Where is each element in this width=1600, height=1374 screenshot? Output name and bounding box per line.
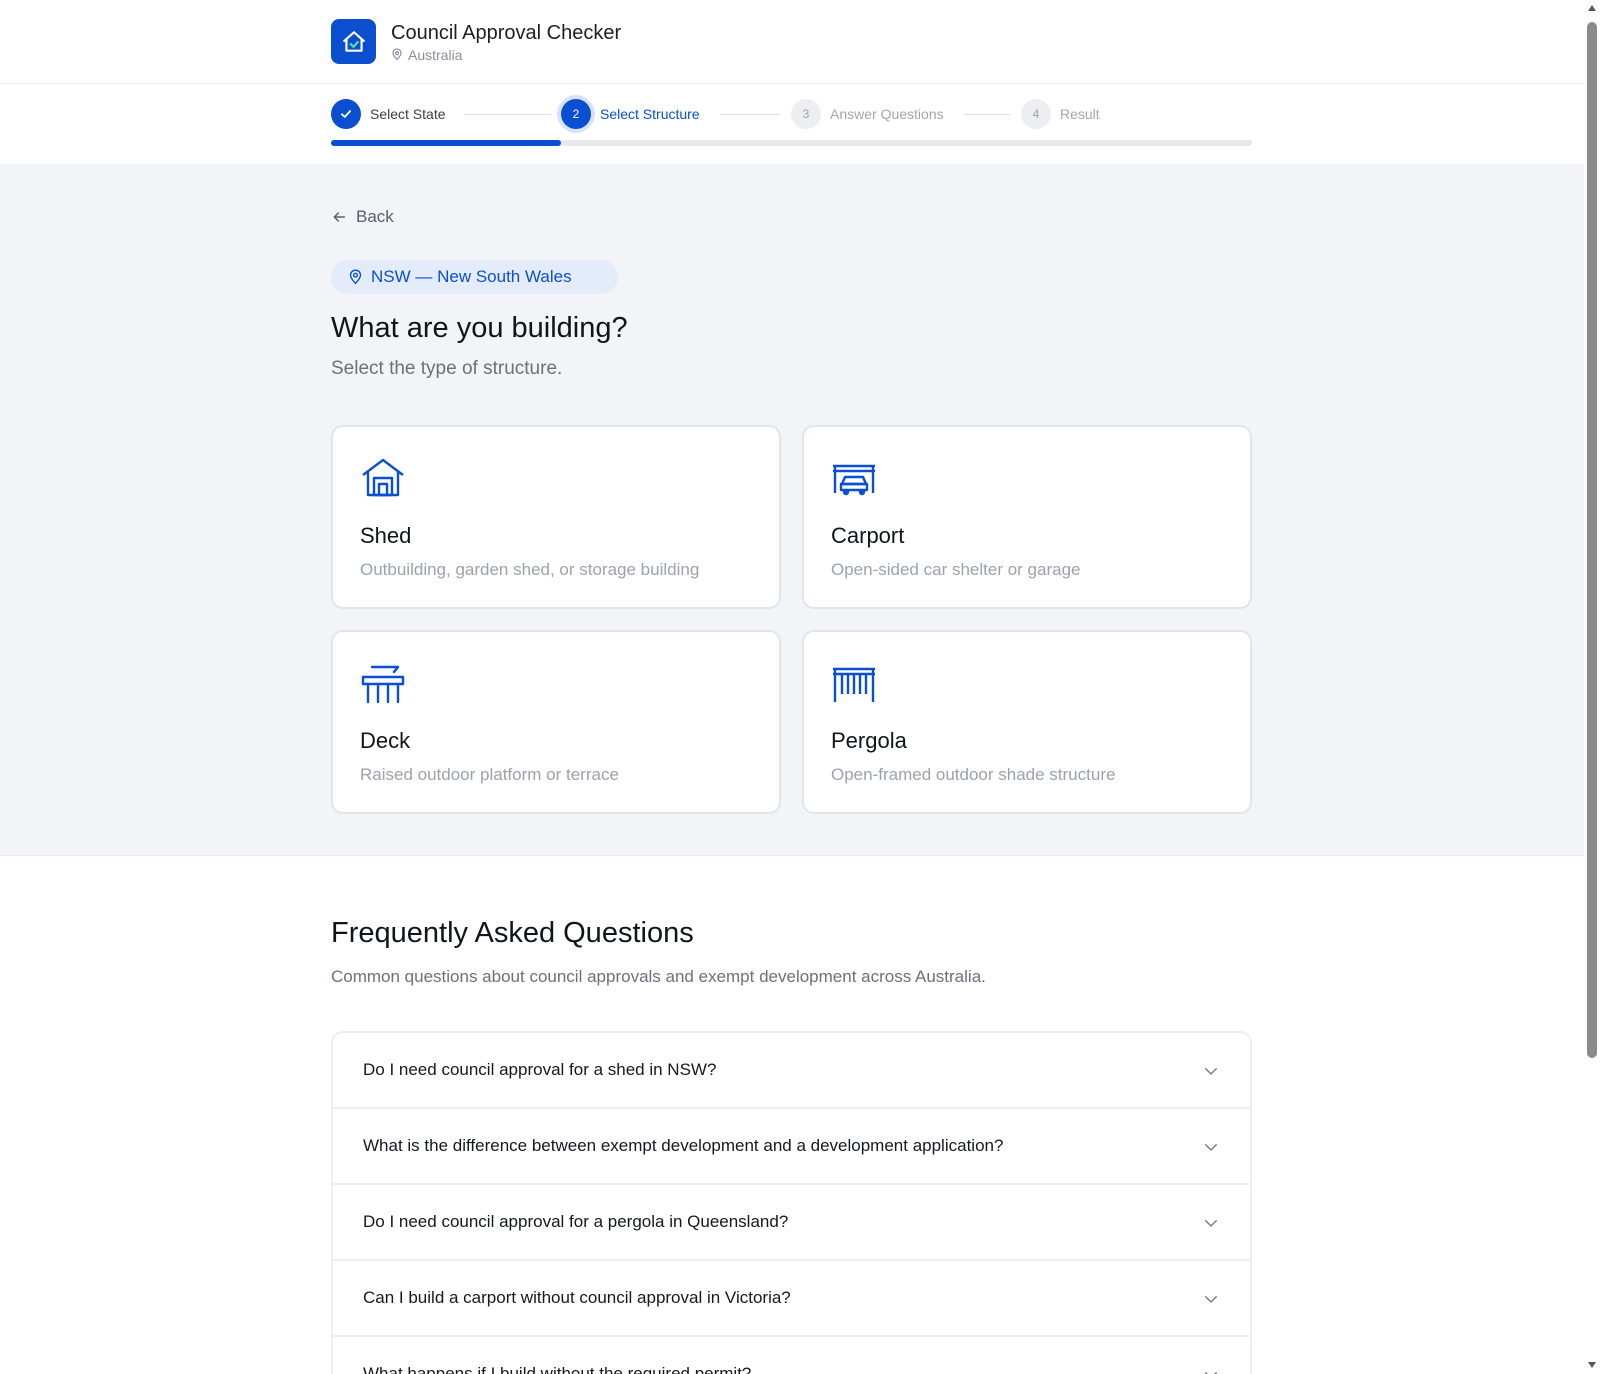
faq-title: Frequently Asked Questions: [331, 917, 694, 949]
chevron-down-icon: [1205, 1372, 1217, 1374]
faq-item[interactable]: Do I need council approval for a pergola…: [333, 1185, 1250, 1261]
faq-question: Can I build a carport without council ap…: [363, 1288, 791, 1307]
faq-item[interactable]: What happens if I build without the requ…: [333, 1337, 1250, 1374]
map-pin-icon: [392, 48, 402, 61]
step-number: 2: [561, 99, 591, 129]
card-description: Raised outdoor platform or terrace: [360, 765, 619, 784]
home-check-icon: [331, 19, 376, 64]
back-button[interactable]: Back: [331, 207, 394, 227]
faq-question: Do I need council approval for a pergola…: [363, 1212, 789, 1231]
faq-question: What is the difference between exempt de…: [363, 1136, 1004, 1155]
card-title: Pergola: [831, 728, 907, 753]
step-label: Select State: [370, 106, 446, 122]
state-chip-label: NSW — New South Wales: [371, 267, 572, 286]
structure-card-pergola[interactable]: Pergola Open-framed outdoor shade struct…: [802, 630, 1252, 814]
chevron-down-icon: [1205, 1068, 1217, 1075]
card-description: Outbuilding, garden shed, or storage bui…: [360, 560, 700, 579]
faq-item[interactable]: Can I build a carport without council ap…: [333, 1261, 1250, 1337]
step-number: 3: [791, 99, 821, 129]
scrollbar-thumb[interactable]: [1587, 22, 1597, 1058]
card-title: Deck: [360, 728, 411, 753]
step-connector: [720, 114, 780, 115]
arrow-left-icon: [333, 212, 346, 222]
pergola-icon: [833, 667, 875, 702]
card-title: Shed: [360, 523, 412, 548]
shed-icon: [362, 458, 404, 497]
back-label: Back: [356, 207, 394, 226]
page: Council Approval Checker Australia Selec…: [0, 0, 1600, 1374]
check-icon: [331, 99, 361, 129]
step-select-structure[interactable]: 2 Select Structure: [561, 99, 700, 129]
faq-question: Do I need council approval for a shed in…: [363, 1060, 717, 1079]
card-description: Open-sided car shelter or garage: [831, 560, 1081, 579]
faq-item[interactable]: Do I need council approval for a shed in…: [333, 1033, 1250, 1109]
brand[interactable]: Council Approval Checker Australia: [331, 19, 621, 64]
structure-card-shed[interactable]: Shed Outbuilding, garden shed, or storag…: [331, 425, 781, 609]
carport-icon: [833, 464, 875, 496]
card-description: Open-framed outdoor shade structure: [831, 765, 1116, 784]
faq-question: What happens if I build without the requ…: [363, 1364, 752, 1374]
step-label: Select Structure: [600, 106, 700, 122]
step-label: Answer Questions: [830, 106, 944, 122]
location-text: Australia: [408, 46, 463, 63]
faq-accordion: Do I need council approval for a shed in…: [331, 1031, 1252, 1374]
structure-selection-section: Back NSW — New South Wales What are you …: [0, 164, 1600, 856]
progress-bar-fill: [331, 140, 562, 146]
chevron-down-icon: [1205, 1296, 1217, 1303]
step-answer-questions[interactable]: 3 Answer Questions: [791, 99, 944, 129]
app-header: Council Approval Checker Australia: [0, 0, 1600, 84]
location-label: Australia: [391, 47, 621, 63]
page-title: What are you building?: [331, 312, 628, 344]
step-connector: [464, 114, 552, 115]
structure-card-deck[interactable]: Deck Raised outdoor platform or terrace: [331, 630, 781, 814]
page-subtitle: Select the type of structure.: [331, 358, 563, 379]
map-pin-icon: [349, 269, 362, 285]
progress-bar: [331, 140, 1252, 146]
faq-subtitle: Common questions about council approvals…: [331, 967, 986, 986]
step-connector: [964, 114, 1010, 115]
scroll-up-arrow-icon[interactable]: [1588, 5, 1596, 11]
scrollbar[interactable]: [1584, 0, 1600, 1374]
selected-state-chip: NSW — New South Wales: [331, 260, 618, 294]
step-label: Result: [1060, 106, 1100, 122]
step-result[interactable]: 4 Result: [1021, 99, 1100, 129]
chevron-down-icon: [1205, 1144, 1217, 1151]
step-number: 4: [1021, 99, 1051, 129]
app-title: Council Approval Checker: [391, 21, 622, 44]
step-select-state[interactable]: Select State: [331, 99, 446, 129]
faq-item[interactable]: What is the difference between exempt de…: [333, 1109, 1250, 1185]
card-title: Carport: [831, 523, 905, 548]
scroll-down-arrow-icon[interactable]: [1588, 1362, 1596, 1368]
chevron-down-icon: [1205, 1220, 1217, 1227]
deck-icon: [361, 665, 405, 704]
structure-card-carport[interactable]: Carport Open-sided car shelter or garage: [802, 425, 1252, 609]
progress-stepper: Select State 2 Select Structure 3 Answer…: [0, 84, 1600, 164]
